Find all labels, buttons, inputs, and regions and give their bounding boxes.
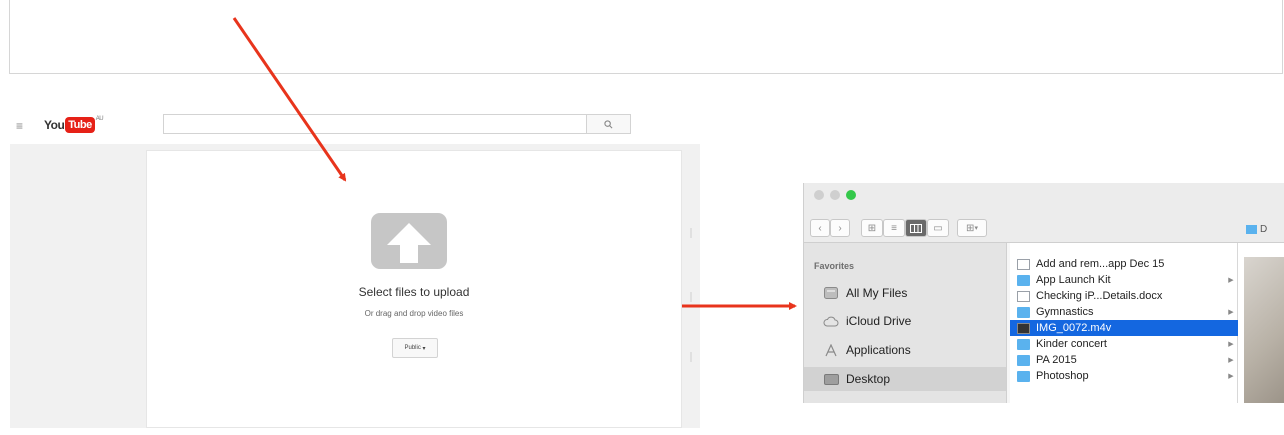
region-code: AU: [95, 116, 104, 122]
file-name: PA 2015: [1036, 354, 1077, 366]
sidebar-item-applications[interactable]: Applications: [804, 338, 1006, 362]
sidebar-item-all-my-files[interactable]: All My Files: [804, 281, 1006, 305]
sidebar-item-icloud-drive[interactable]: iCloud Drive: [804, 309, 1006, 333]
chevron-right-icon: ▶: [1228, 357, 1234, 364]
finder-window: ‹ › ⊞ ≡ ▭ ⊞ ▾ D Favorites All My Files iC…: [803, 183, 1284, 403]
logo-you-text: You: [44, 118, 65, 132]
chevron-down-icon: ▾: [422, 345, 426, 352]
upload-title: Select files to upload: [358, 285, 470, 299]
video-file-icon: [1017, 322, 1030, 334]
forward-button[interactable]: ›: [830, 219, 850, 237]
path-label: D: [1260, 223, 1268, 235]
sidebar-item-label: Applications: [846, 343, 911, 357]
column-view-button[interactable]: [905, 219, 927, 237]
upload-drop-zone[interactable]: Select files to upload Or drag and drop …: [146, 150, 682, 428]
folder-icon: [1017, 338, 1030, 350]
all-files-icon: [823, 286, 839, 300]
scroll-marker: [690, 292, 692, 302]
file-name: Gymnastics: [1036, 306, 1094, 318]
search-button[interactable]: [587, 114, 631, 134]
folder-icon: [1017, 370, 1030, 382]
chevron-right-icon: ›: [838, 222, 842, 234]
chevron-right-icon: ▶: [1228, 373, 1234, 380]
upload-icon[interactable]: [371, 213, 447, 269]
sidebar-item-label: Desktop: [846, 372, 891, 386]
file-row[interactable]: Add and rem...app Dec 15: [1010, 256, 1238, 272]
chevron-down-icon: ▾: [974, 225, 978, 232]
file-name: Photoshop: [1036, 370, 1089, 382]
file-row[interactable]: Gymnastics ▶: [1010, 304, 1238, 320]
applications-icon: [823, 343, 839, 357]
search-icon: [604, 119, 613, 128]
file-name: IMG_0072.m4v: [1036, 322, 1112, 334]
close-button[interactable]: [814, 190, 824, 200]
blank-panel: [9, 0, 1283, 74]
list-view-button[interactable]: ≡: [883, 219, 905, 237]
back-button[interactable]: ‹: [810, 219, 830, 237]
sidebar-item-desktop[interactable]: Desktop: [804, 367, 1006, 391]
menu-icon[interactable]: ≡: [16, 120, 23, 132]
cover-flow-button[interactable]: ▭: [927, 219, 949, 237]
file-name: Kinder concert: [1036, 338, 1107, 350]
video-preview-thumbnail: [1244, 257, 1284, 403]
file-column: Add and rem...app Dec 15 App Launch Kit …: [1010, 243, 1238, 403]
file-row[interactable]: Kinder concert ▶: [1010, 336, 1238, 352]
chevron-left-icon: ‹: [818, 222, 822, 234]
finder-titlebar: [804, 183, 1284, 207]
cover-flow-icon: ▭: [933, 222, 943, 234]
file-row[interactable]: App Launch Kit ▶: [1010, 272, 1238, 288]
file-name: Checking iP...Details.docx: [1036, 290, 1163, 302]
chevron-right-icon: ▶: [1228, 341, 1234, 348]
document-icon: [1017, 258, 1030, 270]
folder-icon: [1017, 306, 1030, 318]
chevron-right-icon: ▶: [1228, 277, 1234, 284]
logo-tube-text: Tube: [65, 117, 95, 133]
privacy-label: Public: [404, 345, 421, 351]
scroll-marker: [690, 352, 692, 362]
document-icon: [1017, 290, 1030, 302]
sidebar-item-label: All My Files: [846, 286, 908, 300]
finder-sidebar: Favorites All My Files iCloud Drive Appl…: [804, 243, 1007, 403]
arrange-button[interactable]: ⊞ ▾: [957, 219, 987, 237]
desktop-icon: [823, 372, 839, 386]
folder-icon: [1017, 354, 1030, 366]
youtube-logo[interactable]: You Tube AU: [44, 116, 104, 134]
minimize-button[interactable]: [830, 190, 840, 200]
file-row[interactable]: Checking iP...Details.docx: [1010, 288, 1238, 304]
cloud-icon: [823, 314, 839, 328]
icon-view-button[interactable]: ⊞: [861, 219, 883, 237]
file-row-selected[interactable]: IMG_0072.m4v: [1010, 320, 1238, 336]
file-name: Add and rem...app Dec 15: [1036, 258, 1165, 270]
list-icon: ≡: [891, 222, 897, 234]
sidebar-heading: Favorites: [814, 261, 855, 271]
zoom-button[interactable]: [846, 190, 856, 200]
arrange-grid-icon: ⊞: [966, 222, 975, 234]
chevron-right-icon: ▶: [1228, 309, 1234, 316]
file-row[interactable]: PA 2015 ▶: [1010, 352, 1238, 368]
privacy-dropdown[interactable]: Public ▾: [392, 338, 438, 358]
sidebar-item-label: iCloud Drive: [846, 314, 912, 328]
youtube-header: ≡ You Tube AU: [0, 104, 700, 144]
search-input[interactable]: [163, 114, 587, 134]
preview-column: [1238, 243, 1284, 403]
folder-icon: [1017, 274, 1030, 286]
path-button[interactable]: D: [1246, 221, 1284, 237]
file-name: App Launch Kit: [1036, 274, 1111, 286]
file-row[interactable]: Photoshop ▶: [1010, 368, 1238, 384]
upload-subtitle: Or drag and drop video files: [364, 309, 464, 318]
grid-icon: ⊞: [867, 222, 877, 234]
scroll-marker: [690, 228, 692, 238]
columns-icon: [910, 223, 922, 233]
folder-icon: [1246, 224, 1257, 234]
